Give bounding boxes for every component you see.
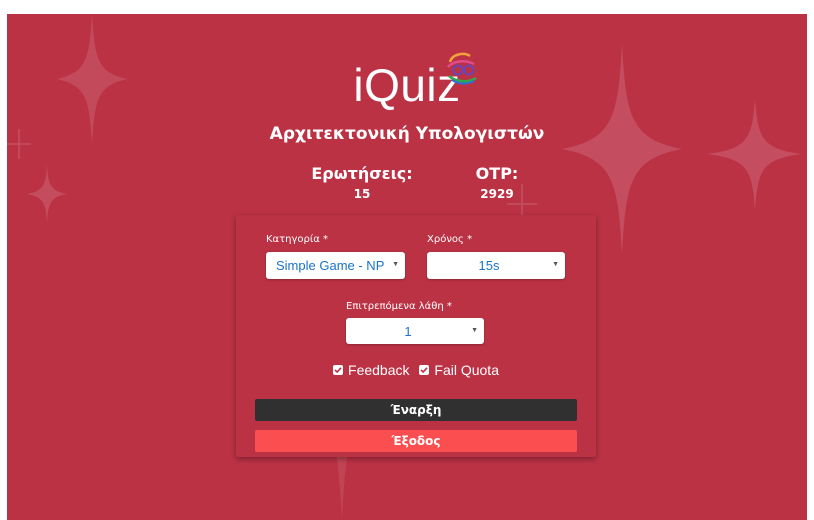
sparkle-decoration xyxy=(27,164,67,224)
options-row: Feedback Fail Quota xyxy=(236,361,596,378)
time-value: 15s xyxy=(478,258,500,273)
mistakes-label: Επιτρεπόμενα λάθη * xyxy=(346,301,452,312)
logo-mascot-icon xyxy=(447,52,477,85)
category-value: Simple Game - NP xyxy=(276,258,385,273)
mistakes-select[interactable]: 1 ▼ xyxy=(346,318,484,344)
game-settings-card: Κατηγορία * Simple Game - NP ▼ Χρόνος * … xyxy=(236,215,596,457)
chevron-down-icon: ▼ xyxy=(471,327,478,334)
checkbox-checked-icon xyxy=(419,365,430,375)
fail-quota-label: Fail Quota xyxy=(434,362,499,378)
mistakes-value: 1 xyxy=(404,324,412,339)
questions-stat: Ερωτήσεις: 15 xyxy=(297,164,427,201)
checkbox-checked-icon xyxy=(333,365,344,375)
quiz-title: Αρχιτεκτονική Υπολογιστών xyxy=(269,124,545,144)
questions-label: Ερωτήσεις: xyxy=(311,164,413,183)
feedback-label: Feedback xyxy=(348,362,410,378)
sparkle-decoration xyxy=(707,99,802,209)
chevron-down-icon: ▼ xyxy=(392,261,399,268)
otp-label: OTP: xyxy=(475,164,519,183)
feedback-checkbox[interactable]: Feedback xyxy=(333,362,410,378)
fail-quota-checkbox[interactable]: Fail Quota xyxy=(419,362,499,378)
questions-value: 15 xyxy=(353,187,371,201)
time-select[interactable]: 15s ▼ xyxy=(427,252,565,279)
chevron-down-icon: ▼ xyxy=(552,261,559,268)
category-select[interactable]: Simple Game - NP ▼ xyxy=(266,252,405,279)
otp-stat: OTP: 2929 xyxy=(457,164,537,201)
logo: iQuiz xyxy=(7,58,807,112)
quiz-lobby-background: iQuiz Αρχιτεκτονική Υπολογιστών Ερωτήσει… xyxy=(7,14,807,520)
time-label: Χρόνος * xyxy=(427,234,473,245)
category-label: Κατηγορία * xyxy=(266,234,329,245)
exit-button[interactable]: Έξοδος xyxy=(255,430,577,452)
start-button[interactable]: Έναρξη xyxy=(255,399,577,421)
otp-value: 2929 xyxy=(480,187,514,201)
